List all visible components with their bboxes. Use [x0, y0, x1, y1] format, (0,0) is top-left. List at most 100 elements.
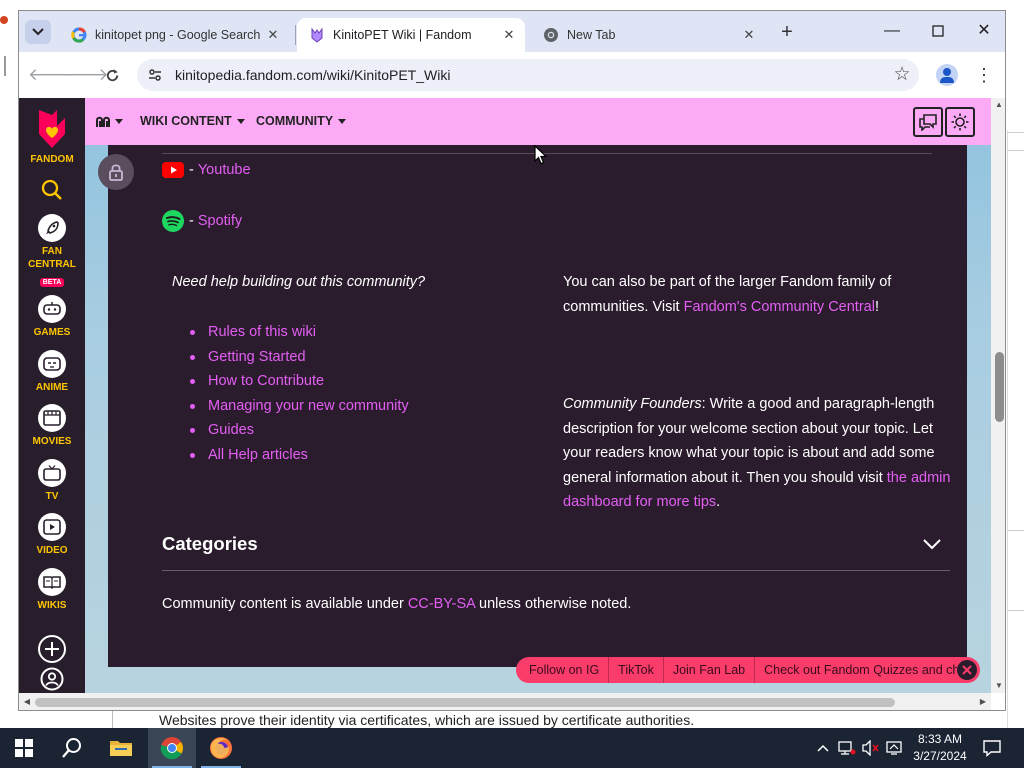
scroll-up-arrow[interactable]: ▲ — [991, 98, 1005, 112]
tab-kinitopet-wiki[interactable]: KinitoPET Wiki | Fandom ✕ — [297, 18, 525, 52]
promo-ticker-bar: Follow on IG TikTok Join Fan Lab Check o… — [516, 657, 980, 683]
close-tab-icon[interactable]: ✕ — [263, 27, 283, 43]
taskbar-firefox[interactable] — [197, 728, 245, 768]
new-tab-button[interactable]: + — [776, 22, 798, 44]
help-link-rules[interactable]: Rules of this wiki — [208, 324, 316, 340]
tv-icon — [38, 459, 66, 487]
tab-title: kinitopet png - Google Search — [95, 28, 261, 42]
page-protection-button[interactable] — [98, 154, 134, 190]
rail-item-movies[interactable]: MOVIES — [19, 404, 85, 448]
account-button[interactable] — [19, 667, 85, 691]
vertical-scrollbar[interactable]: ▲ ▼ — [991, 98, 1005, 693]
minimize-button[interactable]: — — [869, 17, 915, 47]
tab-strip: kinitopet png - Google Search ✕ KinitoPE… — [19, 11, 1005, 52]
community-menu[interactable]: COMMUNITY — [256, 114, 347, 128]
help-link-getting-started[interactable]: Getting Started — [208, 349, 306, 365]
ticker-tiktok[interactable]: TikTok — [609, 657, 664, 683]
taskbar-clock[interactable]: 8:33 AM 3/27/2024 — [908, 731, 972, 765]
create-button[interactable] — [19, 634, 85, 664]
notifications-icon[interactable] — [980, 728, 1004, 768]
spotify-link[interactable]: Spotify — [198, 213, 242, 229]
chevron-down-icon[interactable] — [922, 537, 942, 551]
profile-avatar-icon[interactable] — [936, 64, 958, 86]
url-text: kinitopedia.fandom.com/wiki/KinitoPET_Wi… — [175, 67, 451, 83]
background-page-text: Websites prove their identity via certif… — [159, 712, 695, 728]
ticker-fandom-quizzes[interactable]: Check out Fandom Quizzes and cha — [755, 657, 957, 683]
help-links-list: Rules of this wiki Getting Started How t… — [188, 320, 409, 468]
help-link-managing-community[interactable]: Managing your new community — [208, 398, 409, 414]
close-window-button[interactable]: ✕ — [961, 17, 1005, 47]
ticker-follow-ig[interactable]: Follow on IG — [516, 657, 610, 683]
tab-separator — [295, 25, 296, 45]
rail-item-wikis[interactable]: WIKIS — [19, 568, 85, 612]
help-link-how-to-contribute[interactable]: How to Contribute — [208, 373, 324, 389]
social-link-spotify[interactable]: - Spotify — [162, 210, 242, 232]
wiki-home-menu[interactable] — [96, 114, 123, 128]
bookmark-star-icon[interactable]: ☆ — [891, 64, 913, 86]
cc-by-sa-link[interactable]: CC-BY-SA — [408, 596, 475, 612]
maximize-button[interactable] — [915, 17, 961, 47]
horizontal-scrollbar[interactable]: ◀ ▶ — [19, 693, 991, 710]
rail-item-video[interactable]: VIDEO — [19, 513, 85, 557]
browser-toolbar: 🡐 🡒 kinitopedia.fandom.com/wiki/KinitoPE… — [19, 52, 1005, 98]
scroll-down-arrow[interactable]: ▼ — [991, 679, 1005, 693]
display-icon[interactable] — [884, 728, 906, 768]
browser-menu-icon[interactable]: ⋮ — [974, 62, 994, 88]
close-tab-icon[interactable]: ✕ — [499, 27, 519, 43]
start-button[interactable] — [0, 728, 48, 768]
network-icon[interactable] — [836, 728, 858, 768]
scroll-left-arrow[interactable]: ◀ — [19, 693, 35, 710]
fandom-logo-icon — [39, 110, 65, 148]
help-link-item[interactable]: Managing your new community — [188, 394, 409, 419]
discussions-button[interactable] — [913, 107, 943, 137]
rail-item-tv[interactable]: TV — [19, 459, 85, 503]
background-window-edge — [1007, 130, 1024, 730]
taskbar-search-button[interactable] — [48, 728, 96, 768]
forward-button[interactable]: 🡒 — [63, 62, 109, 88]
tab-search-button[interactable] — [25, 20, 51, 44]
taskbar-file-explorer[interactable] — [97, 728, 145, 768]
taskbar-chrome[interactable] — [148, 728, 196, 768]
fandom-logo[interactable]: FANDOM — [19, 106, 85, 166]
youtube-link[interactable]: Youtube — [198, 162, 251, 178]
lock-icon — [109, 164, 123, 181]
tab-new-tab[interactable]: New Tab ✕ — [531, 18, 765, 52]
theme-toggle-button[interactable] — [945, 107, 975, 137]
close-tab-icon[interactable]: ✕ — [739, 27, 759, 43]
reload-button[interactable] — [99, 62, 125, 88]
horizontal-scroll-thumb[interactable] — [35, 698, 895, 707]
social-link-youtube[interactable]: - Youtube — [162, 162, 251, 178]
family-text-end: ! — [874, 298, 879, 315]
rail-item-anime[interactable]: ANIME — [19, 350, 85, 394]
search-button[interactable] — [19, 178, 85, 202]
vertical-scroll-thumb[interactable] — [995, 352, 1004, 422]
help-link-guides[interactable]: Guides — [208, 422, 254, 438]
help-link-item[interactable]: Guides — [188, 418, 409, 443]
volume-muted-icon[interactable] — [860, 728, 882, 768]
help-link-item[interactable]: How to Contribute — [188, 369, 409, 394]
ticker-join-fan-lab[interactable]: Join Fan Lab — [664, 657, 756, 683]
help-link-item[interactable]: All Help articles — [188, 443, 409, 468]
rail-item-games[interactable]: GAMES — [19, 295, 85, 339]
address-bar[interactable]: kinitopedia.fandom.com/wiki/KinitoPET_Wi… — [137, 59, 919, 91]
scroll-right-arrow[interactable]: ▶ — [975, 693, 991, 710]
site-info-icon[interactable] — [147, 67, 163, 83]
categories-heading[interactable]: Categories — [162, 533, 258, 555]
windows-taskbar: 8:33 AM 3/27/2024 — [0, 728, 1024, 768]
back-button[interactable]: 🡐 — [28, 62, 74, 88]
rail-item-fan-central[interactable]: FAN CENTRAL BETA — [19, 214, 85, 289]
help-link-item[interactable]: Getting Started — [188, 345, 409, 370]
wiki-top-nav: WIKI CONTENT COMMUNITY — [85, 98, 991, 145]
community-central-link[interactable]: Fandom's Community Central — [684, 299, 875, 315]
wiki-content-menu[interactable]: WIKI CONTENT — [140, 114, 245, 128]
help-link-item[interactable]: Rules of this wiki — [188, 320, 409, 345]
google-icon — [71, 27, 87, 43]
clock-time: 8:33 AM — [917, 732, 963, 746]
close-ticker-button[interactable] — [957, 660, 977, 680]
tray-overflow-chevron-icon[interactable] — [814, 728, 832, 768]
film-icon — [38, 404, 66, 432]
rail-label-games: GAMES — [33, 327, 71, 338]
tab-google-search[interactable]: kinitopet png - Google Search ✕ — [59, 18, 289, 52]
help-link-all-help[interactable]: All Help articles — [208, 447, 308, 463]
background-app-icon — [0, 16, 14, 76]
